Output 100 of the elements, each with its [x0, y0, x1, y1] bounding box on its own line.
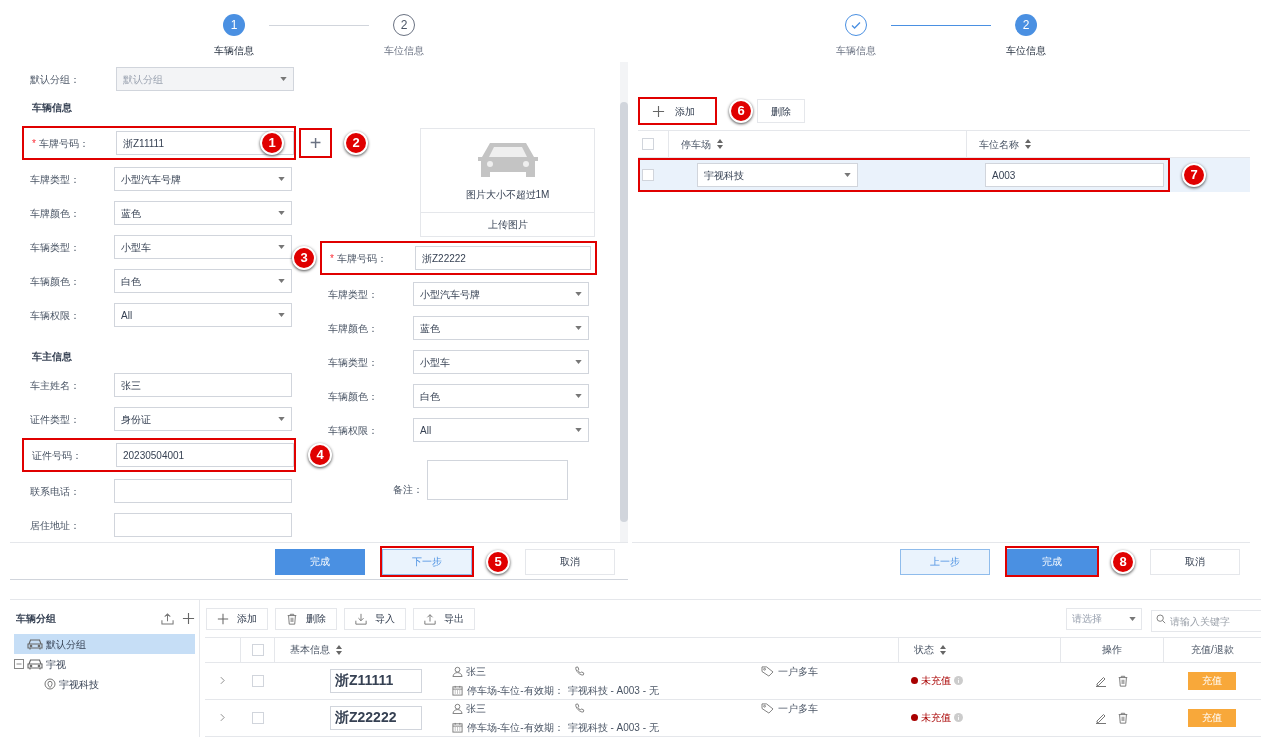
callout-number: 2 [344, 131, 368, 155]
tree-item[interactable]: 宇视 [14, 654, 195, 674]
info-icon [954, 713, 963, 723]
column-header: 操作 [1102, 643, 1122, 658]
checkbox[interactable] [642, 169, 654, 181]
field-label: 车主姓名： [30, 378, 80, 393]
caret-icon [278, 313, 285, 317]
sort-icon [940, 644, 946, 655]
dropdown[interactable]: 蓝色 [114, 201, 292, 225]
dropdown[interactable]: 宇视科技 [697, 163, 858, 187]
detail-label: 停车场-车位-有效期： [467, 720, 564, 735]
dropdown[interactable]: 白色 [413, 384, 589, 408]
text-field[interactable]: A003 [985, 163, 1164, 187]
plus-icon [217, 612, 229, 625]
edit-icon [1094, 674, 1107, 687]
text-field[interactable]: 20230504001 [116, 443, 294, 467]
caret-icon [575, 292, 582, 296]
sort-icon [336, 644, 342, 655]
checkbox[interactable] [251, 643, 264, 656]
vehicle-tag: 一户多车 [778, 700, 818, 716]
user-icon [452, 665, 463, 677]
dropdown[interactable]: All [413, 418, 589, 442]
dropdown[interactable]: All [114, 303, 292, 327]
column-header: 车位名称 [979, 137, 1019, 152]
toolbar-button[interactable]: 导出 [413, 607, 475, 630]
plus-icon [182, 611, 195, 625]
phone-icon [574, 665, 585, 677]
checkbox[interactable] [642, 138, 654, 150]
field-label: 车辆类型： [328, 355, 378, 370]
step-label: 车位信息 [1006, 44, 1046, 58]
owner-name: 张三 [466, 701, 487, 716]
callout-number: 6 [729, 99, 753, 123]
status-text: 未充值 [921, 711, 951, 726]
dropdown[interactable]: 小型汽车号牌 [413, 282, 589, 306]
upload-hint: 图片大小不超过1M [465, 188, 550, 202]
required-mark: * [330, 251, 334, 266]
column-header: 停车场 [681, 137, 711, 152]
dialog-button[interactable]: 取消 [1150, 548, 1240, 575]
toolbar-button[interactable]: 导入 [344, 607, 406, 630]
add-plate-button[interactable]: + [301, 130, 330, 156]
upload-image-button[interactable]: 上传图片 [421, 212, 594, 236]
trash-icon [1116, 711, 1129, 724]
field-label: 车牌号码： [336, 251, 387, 266]
field-label: 车辆权限： [328, 423, 378, 438]
step-label: 车辆信息 [214, 44, 254, 58]
caret-icon [575, 360, 582, 364]
text-field[interactable] [114, 479, 292, 503]
search-icon [1156, 613, 1166, 624]
toolbar-button[interactable]: 添加 [640, 99, 715, 123]
dialog-button[interactable]: 取消 [525, 548, 615, 575]
car-icon [27, 658, 43, 670]
toolbar-button[interactable]: 添加 [206, 607, 268, 630]
dropdown[interactable]: 蓝色 [413, 316, 589, 340]
calendar-icon [452, 721, 463, 733]
tree-item[interactable]: 宇视科技 [44, 674, 195, 694]
section-title: 车辆信息 [31, 100, 73, 115]
trash-icon [286, 612, 298, 625]
remark-textarea[interactable] [427, 460, 568, 500]
upload-icon [161, 611, 174, 625]
search-field[interactable]: 请输入关键字 [1151, 610, 1261, 633]
toolbar-button[interactable]: 删除 [757, 99, 805, 123]
section-title: 车主信息 [31, 349, 73, 364]
step-number: 2 [1015, 14, 1037, 36]
toolbar-button[interactable]: 删除 [275, 607, 337, 630]
owner-name: 张三 [466, 664, 487, 679]
required-mark: * [32, 136, 36, 151]
callout-number: 3 [292, 246, 316, 270]
checkbox[interactable] [251, 674, 264, 687]
checkbox[interactable] [251, 711, 264, 724]
tag-icon [761, 702, 774, 714]
chevron-right-icon [220, 676, 225, 686]
field-label: 车辆类型： [30, 240, 80, 255]
field-label: 车辆颜色： [328, 389, 378, 404]
field-label: 居住地址： [30, 518, 80, 533]
user-icon [452, 702, 463, 714]
field-label: 证件类型： [30, 412, 80, 427]
detail-value: 宇视科技 - A003 - 无 [567, 683, 659, 698]
caret-icon [278, 211, 285, 215]
field-label: 车牌颜色： [328, 321, 378, 336]
caret-icon [844, 173, 851, 177]
caret-icon [1129, 616, 1136, 621]
dropdown[interactable]: 白色 [114, 269, 292, 293]
dropdown[interactable]: 小型车 [413, 350, 589, 374]
plate-number: 浙Z11111 [330, 668, 422, 693]
tree-item[interactable]: 默认分组 [14, 634, 195, 654]
text-field[interactable] [114, 513, 292, 537]
caret-icon [278, 279, 285, 283]
field-label: 证件号码： [32, 448, 82, 463]
text-field[interactable]: 张三 [114, 373, 292, 397]
edit-icon [1094, 711, 1107, 724]
caret-icon [278, 177, 285, 181]
text-field[interactable]: 浙Z22222 [415, 246, 591, 270]
caret-icon [280, 77, 287, 81]
check-icon [850, 19, 862, 31]
sort-icon [1025, 139, 1031, 149]
detail-label: 停车场-车位-有效期： [467, 683, 564, 698]
dropdown[interactable]: 小型汽车号牌 [114, 167, 292, 191]
trash-icon [1116, 674, 1129, 687]
dropdown[interactable]: 身份证 [114, 407, 292, 431]
dropdown[interactable]: 小型车 [114, 235, 292, 259]
